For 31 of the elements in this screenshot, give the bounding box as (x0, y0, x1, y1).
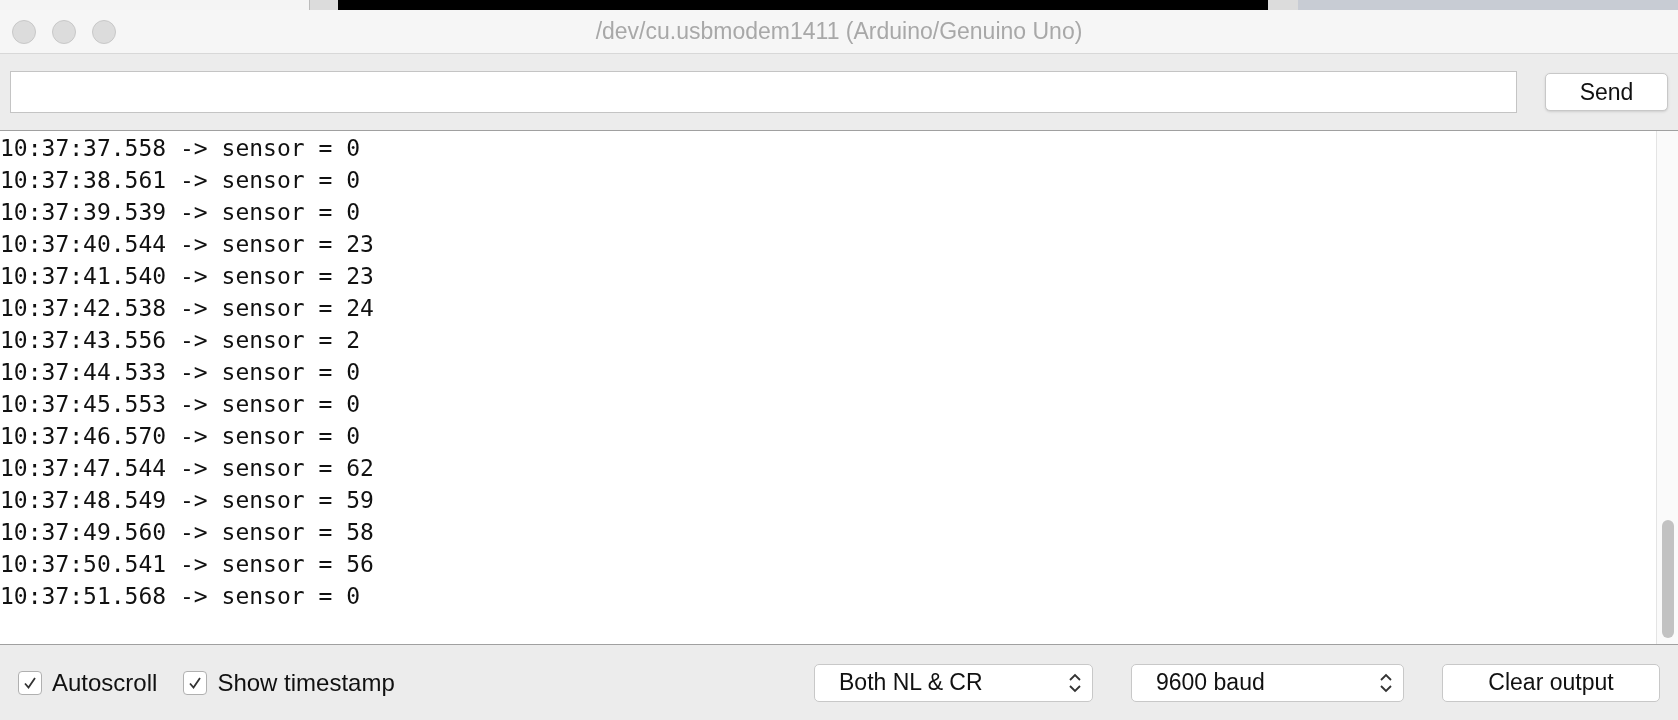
output-line: 10:37:39.539 -> sensor = 0 (0, 198, 361, 227)
output-line: 10:37:51.568 -> sensor = 0 (0, 582, 361, 611)
output-line: 10:37:48.549 -> sensor = 59 (0, 486, 374, 515)
chevron-up-down-icon (1068, 671, 1082, 694)
scrollbar[interactable] (1656, 131, 1678, 644)
output-line: 10:37:46.570 -> sensor = 0 (0, 422, 361, 451)
chevron-up-down-icon (1379, 671, 1393, 694)
checkbox[interactable] (183, 670, 208, 695)
output-line: 10:37:45.553 -> sensor = 0 (0, 390, 361, 419)
clear-output-button[interactable]: Clear output (1442, 663, 1660, 702)
window-title: /dev/cu.usbmodem1411 (Arduino/Genuino Uno) (595, 17, 1083, 47)
dropdown[interactable]: 9600 baud (1131, 663, 1404, 702)
output-line: 10:37:37.558 -> sensor = 0 (0, 134, 361, 163)
output-line: 10:37:41.540 -> sensor = 23 (0, 262, 374, 291)
send-button[interactable]: Send (1545, 73, 1668, 111)
output-line: 10:37:47.544 -> sensor = 62 (0, 454, 374, 483)
checkbox-label: Autoscroll (52, 667, 158, 698)
output-line: 10:37:42.538 -> sensor = 24 (0, 294, 374, 323)
input-field[interactable] (10, 71, 1517, 113)
checkbox[interactable] (18, 670, 42, 695)
checkbox-label: Show timestamp (217, 667, 395, 698)
output-line: 10:37:50.541 -> sensor = 56 (0, 550, 374, 579)
output-line: 10:37:49.560 -> sensor = 58 (0, 518, 374, 547)
output-line: 10:37:38.561 -> sensor = 0 (0, 166, 361, 195)
window-control-button[interactable] (12, 20, 36, 44)
window-control-button[interactable] (92, 20, 116, 44)
window-control-button[interactable] (52, 20, 76, 44)
dropdown[interactable]: Both NL & CR (814, 663, 1093, 702)
output-line: 10:37:44.533 -> sensor = 0 (0, 358, 361, 387)
output-line: 10:37:43.556 -> sensor = 2 (0, 326, 361, 355)
output-line: 10:37:40.544 -> sensor = 23 (0, 230, 374, 259)
